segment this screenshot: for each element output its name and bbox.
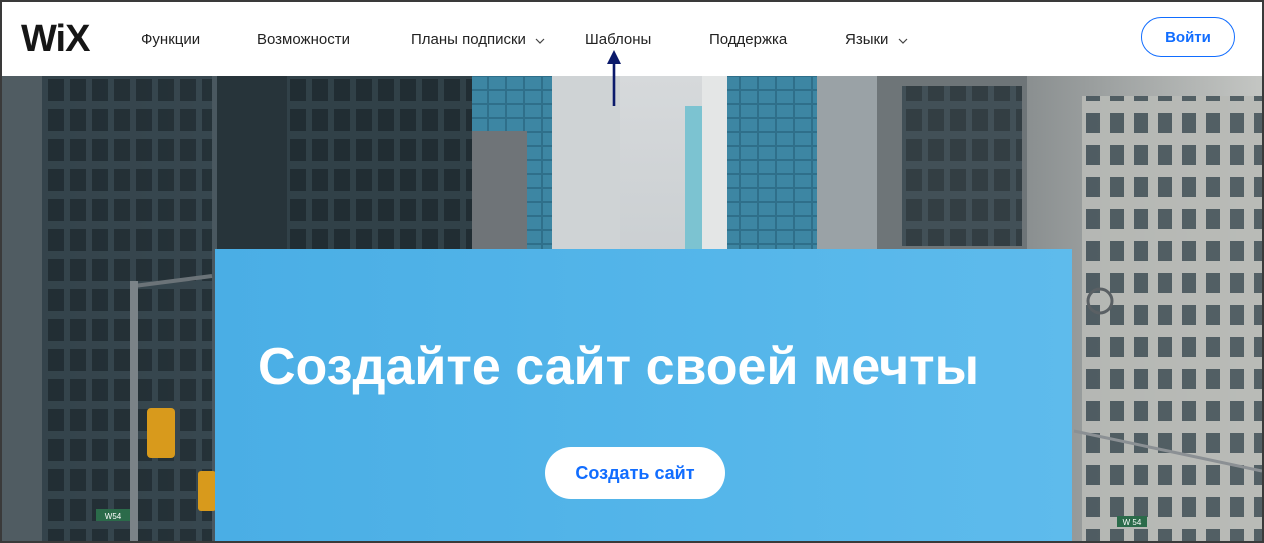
chevron-down-icon <box>535 32 545 49</box>
hero-title: Создайте сайт своей мечты <box>258 338 980 396</box>
nav-languages[interactable]: Языки <box>845 31 908 49</box>
nav-functions[interactable]: Функции <box>141 31 200 48</box>
nav-templates-label: Шаблоны <box>585 31 652 48</box>
nav-functions-label: Функции <box>141 31 201 48</box>
browser-frame: WiX Функции Возможности Планы подписки Ш… <box>0 0 1264 543</box>
hero-section: W54 W 54 Создайте сайт своей мечты Созда… <box>2 76 1262 541</box>
site-header: WiX Функции Возможности Планы подписки Ш… <box>2 2 1262 76</box>
login-button[interactable]: Войти <box>1141 17 1235 57</box>
chevron-down-icon <box>898 32 908 49</box>
nav-support[interactable]: Поддержка <box>709 31 787 48</box>
wix-logo[interactable]: WiX <box>21 18 90 60</box>
nav-support-label: Поддержка <box>709 31 788 48</box>
annotation-arrow-icon <box>604 50 624 113</box>
street-sign-right: W 54 <box>1123 518 1142 527</box>
nav-templates[interactable]: Шаблоны <box>585 31 651 48</box>
nav-features[interactable]: Возможности <box>257 31 350 48</box>
nav-features-label: Возможности <box>257 31 350 48</box>
nav-plans-label: Планы подписки <box>411 31 526 48</box>
create-site-button[interactable]: Создать сайт <box>545 447 725 499</box>
nav-plans[interactable]: Планы подписки <box>411 31 545 49</box>
nav-languages-label: Языки <box>845 31 889 48</box>
promo-banner: Создайте сайт своей мечты Создать сайт <box>215 249 1072 541</box>
street-sign-left: W54 <box>105 512 122 521</box>
